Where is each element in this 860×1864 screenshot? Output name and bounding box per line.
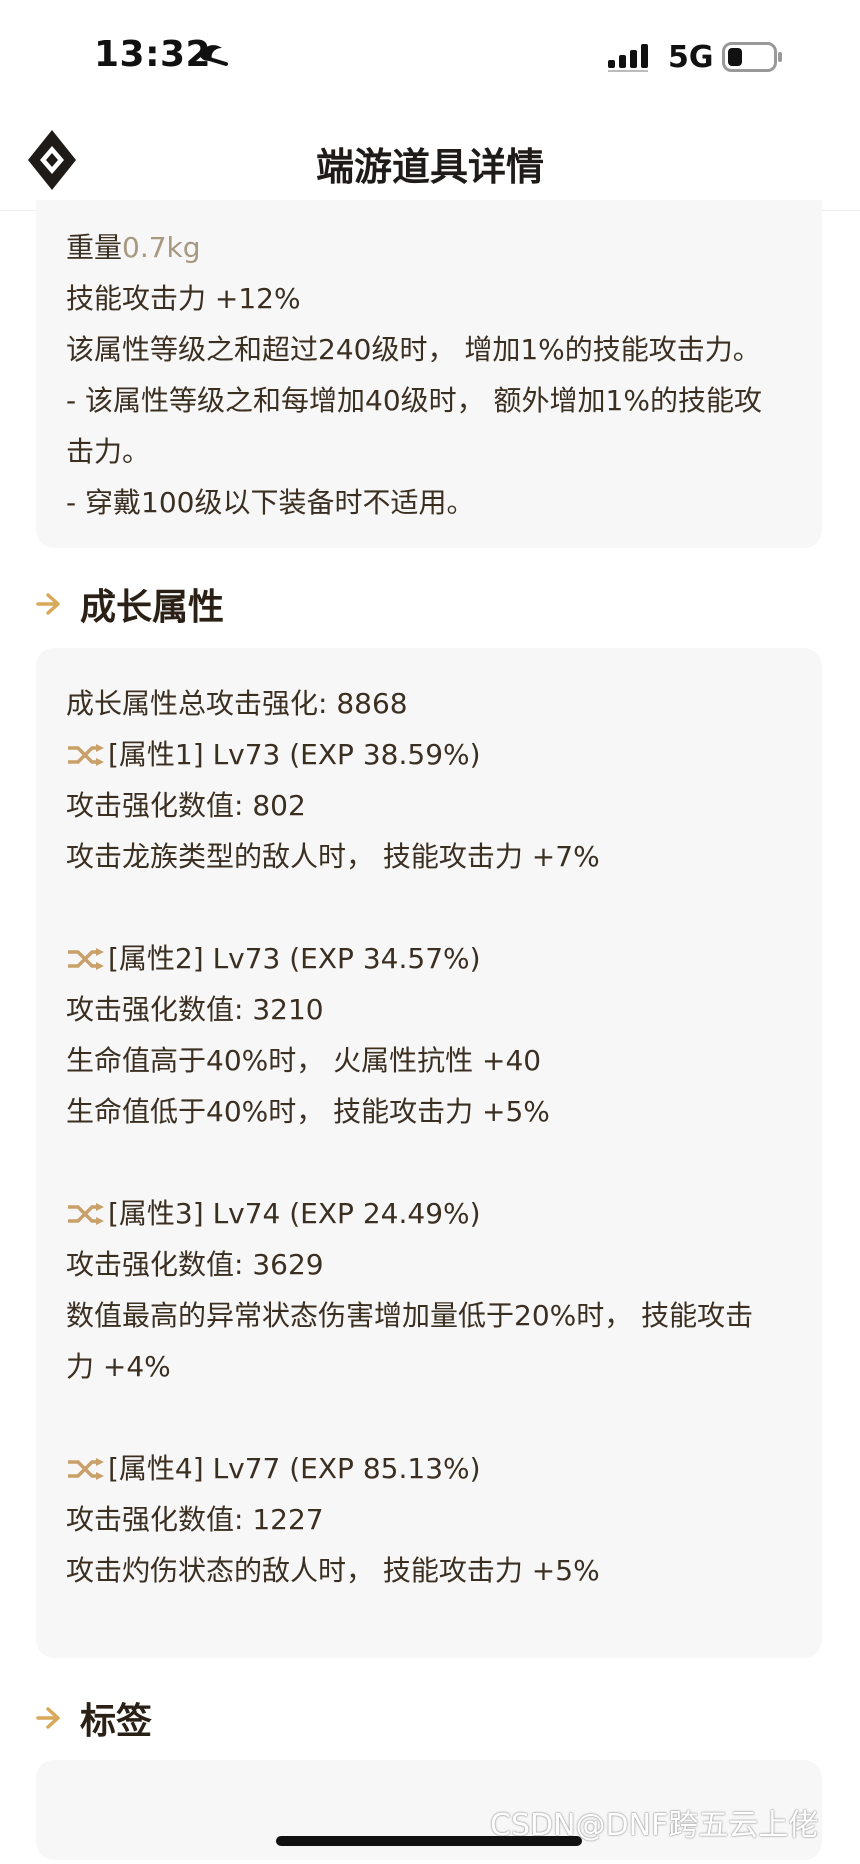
attribute-header: [属性4] Lv77 (EXP 85.13%) xyxy=(66,1443,822,1494)
shuffle-icon xyxy=(68,1458,104,1480)
growth-attributes-card: 成长属性总攻击强化: 8868 [属性1] Lv73 (EXP 38.59%) … xyxy=(36,648,822,1658)
attribute-3-header: [属性3] Lv74 (EXP 24.49%) xyxy=(108,1197,481,1230)
page-title: 端游道具详情 xyxy=(315,145,544,189)
attribute-line: 力 +4% xyxy=(66,1350,171,1383)
weight-value: 0.7kg xyxy=(122,231,201,264)
sleep-mode-icon xyxy=(200,45,228,66)
attribute-line: 攻击强化数值: 1227 xyxy=(66,1503,324,1536)
basic-attributes-card: 重量0.7kg 技能攻击力 +12% 该属性等级之和超过240级时， 增加1%的… xyxy=(36,200,822,548)
attribute-4-header: [属性4] Lv77 (EXP 85.13%) xyxy=(108,1452,481,1485)
arrow-right-icon xyxy=(36,1707,60,1729)
attribute-line: 生命值低于40%时， 技能攻击力 +5% xyxy=(66,1095,550,1128)
basic-line: - 穿戴100级以下装备时不适用。 xyxy=(66,486,475,519)
tags-section-title: 标签 xyxy=(80,1701,153,1742)
attribute-1-header: [属性1] Lv73 (EXP 38.59%) xyxy=(108,738,481,771)
basic-line: 击力。 xyxy=(66,435,151,468)
cellular-signal-icon xyxy=(608,44,648,72)
shuffle-icon xyxy=(68,744,104,766)
attribute-2-header: [属性2] Lv73 (EXP 34.57%) xyxy=(108,942,481,975)
battery-icon xyxy=(722,42,782,72)
attribute-header: [属性2] Lv73 (EXP 34.57%) xyxy=(66,933,822,984)
attribute-line: 攻击强化数值: 3210 xyxy=(66,993,324,1026)
nav-bar: 端游道具详情 xyxy=(0,110,860,211)
attribute-header: [属性3] Lv74 (EXP 24.49%) xyxy=(66,1188,822,1239)
network-type: 5G xyxy=(668,40,714,75)
attribute-line: 生命值高于40%时， 火属性抗性 +40 xyxy=(66,1044,542,1077)
attribute-header: [属性1] Lv73 (EXP 38.59%) xyxy=(66,729,822,780)
home-indicator[interactable] xyxy=(276,1836,582,1846)
basic-line: - 该属性等级之和每增加40级时， 额外增加1%的技能攻 xyxy=(66,384,762,417)
basic-line: 该属性等级之和超过240级时， 增加1%的技能攻击力。 xyxy=(66,333,761,366)
growth-total: 成长属性总攻击强化: 8868 xyxy=(66,687,408,720)
status-bar: 13:32 5G xyxy=(0,0,860,110)
attribute-line: 攻击龙族类型的敌人时， 技能攻击力 +7% xyxy=(66,840,600,873)
attribute-line: 数值最高的异常状态伤害增加量低于20%时， 技能攻击 xyxy=(66,1299,754,1332)
status-time: 13:32 xyxy=(94,34,212,75)
shuffle-icon xyxy=(68,948,104,970)
arrow-right-icon xyxy=(36,593,60,615)
attribute-line: 攻击强化数值: 802 xyxy=(66,789,306,822)
basic-line: 技能攻击力 +12% xyxy=(66,282,301,315)
attribute-line: 攻击灼伤状态的敌人时， 技能攻击力 +5% xyxy=(66,1554,600,1587)
attribute-line: 攻击强化数值: 3629 xyxy=(66,1248,324,1281)
shuffle-icon xyxy=(68,1203,104,1225)
growth-section-title: 成长属性 xyxy=(80,587,225,628)
weight-row: 重量0.7kg xyxy=(66,222,822,273)
weight-label: 重量 xyxy=(66,231,123,264)
